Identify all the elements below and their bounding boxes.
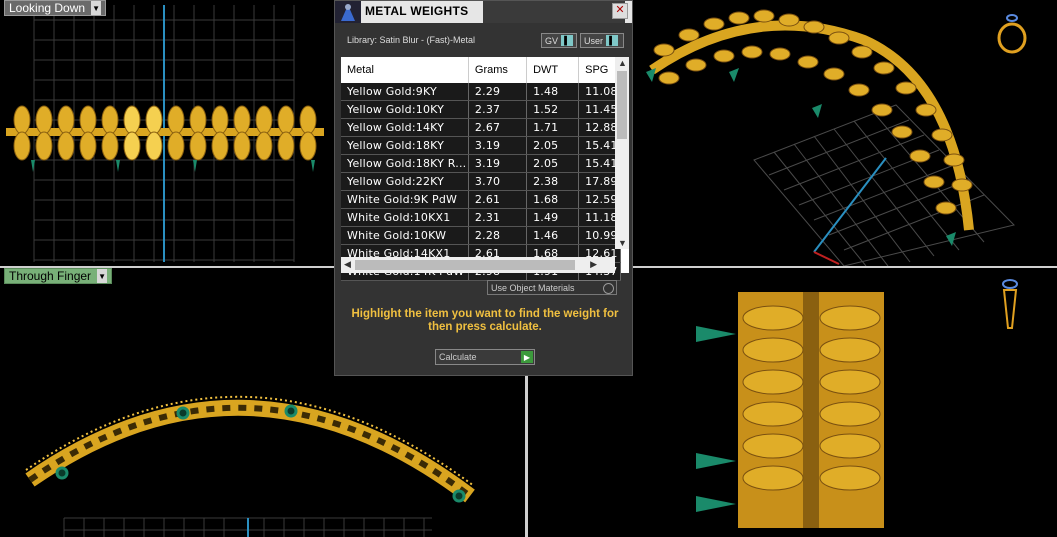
play-arrow-icon: ▶ — [521, 351, 533, 363]
metal-cell: Yellow Gold:18KY — [341, 136, 469, 155]
table-row[interactable]: White Gold:10KX1 2.31 1.49 11.18 — [341, 208, 621, 227]
calculate-button[interactable]: Calculate ▶ — [435, 349, 535, 365]
grams-cell: 3.19 — [468, 154, 528, 173]
dwt-cell: 2.05 — [526, 154, 580, 173]
dwt-cell: 2.38 — [526, 172, 580, 191]
grams-cell: 2.28 — [468, 226, 528, 245]
grams-cell: 3.19 — [468, 136, 528, 155]
horizontal-scroll-thumb[interactable] — [355, 260, 575, 270]
dialog-title: METAL WEIGHTS — [365, 4, 469, 18]
vertical-scroll-thumb[interactable] — [617, 71, 627, 139]
dwt-cell: 1.68 — [526, 190, 580, 209]
table-row[interactable]: Yellow Gold:18KY R... 3.19 2.05 15.41 — [341, 154, 621, 173]
viewport-label-through-finger[interactable]: Through Finger ▼ — [4, 268, 113, 284]
column-header-grams[interactable]: Grams — [468, 57, 528, 83]
user-toggle-label: User — [584, 35, 604, 46]
metal-cell: White Gold:10KW — [341, 226, 469, 245]
table-header-row: Metal Grams DWT SPG — [341, 57, 621, 83]
column-header-dwt[interactable]: DWT — [526, 57, 580, 83]
gv-toggle[interactable]: GV ▌ — [541, 33, 577, 48]
dwt-cell: 1.52 — [526, 100, 580, 119]
dwt-cell: 1.48 — [526, 83, 580, 101]
title-tab-filler — [483, 1, 625, 23]
grams-cell: 2.31 — [468, 208, 528, 227]
table-row[interactable]: Yellow Gold:18KY 3.19 2.05 15.41 — [341, 136, 621, 155]
table-row[interactable]: White Gold:9K PdW 2.61 1.68 12.59 — [341, 190, 621, 209]
toggle-knob-icon: ▌ — [606, 35, 619, 46]
user-toggle[interactable]: User ▌ — [580, 33, 624, 48]
ring-orientation-icon[interactable] — [994, 12, 1034, 56]
table-vertical-scrollbar[interactable]: ▲ ▼ — [615, 57, 629, 249]
dwt-cell: 1.46 — [526, 226, 580, 245]
grams-cell: 3.70 — [468, 172, 528, 191]
metal-cell: Yellow Gold:22KY — [341, 172, 469, 191]
table-row[interactable]: Yellow Gold:9KY 2.29 1.48 11.08 — [341, 83, 621, 101]
radio-indicator-icon — [603, 283, 614, 294]
metal-cell: Yellow Gold:18KY R... — [341, 154, 469, 173]
scroll-down-icon[interactable]: ▼ — [618, 238, 627, 248]
column-header-metal[interactable]: Metal — [341, 57, 469, 83]
metal-table: Metal Grams DWT SPG Yellow Gold:9KY 2.29 1… — [341, 57, 629, 281]
viewport-label-looking-down[interactable]: Looking Down ▼ — [4, 0, 107, 16]
metal-cell: White Gold:10KX1 — [341, 208, 469, 227]
scroll-up-icon[interactable]: ▲ — [618, 58, 627, 68]
scroll-right-icon[interactable]: ▶ — [590, 259, 597, 270]
close-icon: ✕ — [615, 4, 625, 16]
metal-cell: Yellow Gold:10KY — [341, 100, 469, 119]
metal-cell: White Gold:9K PdW — [341, 190, 469, 209]
dialog-title-bar[interactable]: METAL WEIGHTS ✕ — [335, 1, 632, 23]
metal-cell: Yellow Gold:14KY — [341, 118, 469, 137]
dwt-cell: 2.05 — [526, 136, 580, 155]
viewport-label-text: Looking Down — [9, 1, 86, 15]
chevron-down-icon[interactable]: ▼ — [97, 269, 108, 283]
calculate-label: Calculate — [439, 352, 477, 362]
grams-cell: 2.61 — [468, 190, 528, 209]
table-row[interactable]: White Gold:10KW 2.28 1.46 10.99 — [341, 226, 621, 245]
scroll-left-icon[interactable]: ◀ — [344, 259, 351, 270]
dwt-cell: 1.49 — [526, 208, 580, 227]
use-object-materials-toggle[interactable]: Use Object Materials — [487, 280, 617, 295]
metal-weights-icon — [335, 1, 361, 23]
chevron-down-icon[interactable]: ▼ — [91, 1, 102, 15]
metal-cell: Yellow Gold:9KY — [341, 83, 469, 101]
table-row[interactable]: Yellow Gold:10KY 2.37 1.52 11.45 — [341, 100, 621, 119]
table-row[interactable]: Yellow Gold:22KY 3.70 2.38 17.89 — [341, 172, 621, 191]
toggle-knob-icon: ▌ — [561, 35, 574, 46]
grams-cell: 2.37 — [468, 100, 528, 119]
viewport-looking-down[interactable]: Looking Down ▼ — [0, 0, 333, 266]
dwt-cell: 1.71 — [526, 118, 580, 137]
close-button[interactable]: ✕ — [612, 3, 628, 19]
instruction-text: Highlight the item you want to find the … — [351, 308, 619, 333]
use-object-materials-label: Use Object Materials — [491, 282, 575, 293]
ring-side-orientation-icon[interactable] — [998, 278, 1022, 334]
grams-cell: 2.29 — [468, 83, 528, 101]
metal-weights-dialog: METAL WEIGHTS ✕ Library: Satin Blur - (F… — [334, 0, 633, 376]
table-row[interactable]: Yellow Gold:14KY 2.67 1.71 12.88 — [341, 118, 621, 137]
grams-cell: 2.67 — [468, 118, 528, 137]
library-label: Library: Satin Blur - (Fast)-Metal — [347, 35, 476, 45]
table-horizontal-scrollbar[interactable]: ◀ ▶ — [341, 257, 615, 273]
viewport-perspective[interactable] — [634, 0, 1057, 266]
grid-top-view — [6, 5, 324, 262]
viewport-label-text: Through Finger — [9, 269, 92, 283]
gv-toggle-label: GV — [545, 35, 559, 46]
